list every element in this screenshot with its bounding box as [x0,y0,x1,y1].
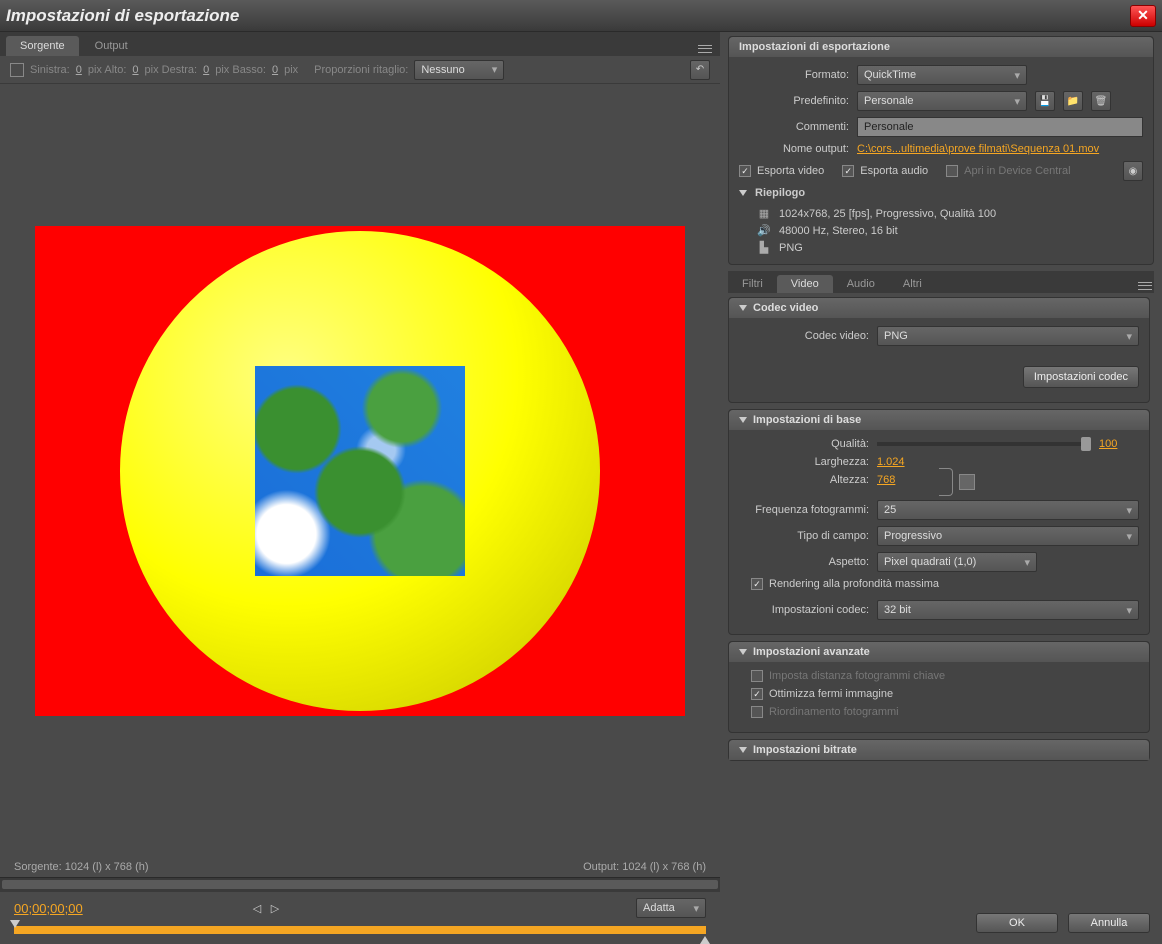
timeline-slider[interactable] [14,926,706,934]
ok-button[interactable]: OK [976,913,1058,933]
link-dimensions-icon [939,468,953,496]
codec-depth-select[interactable]: 32 bit [877,600,1139,620]
fps-select[interactable]: 25 [877,500,1139,520]
quality-slider[interactable] [877,442,1091,446]
crop-icon[interactable] [10,63,24,77]
window-title: Impostazioni di esportazione [6,6,1130,26]
crop-top-value[interactable]: 0 [132,64,138,76]
crop-px-label: pix [284,64,298,76]
tab-video[interactable]: Video [777,275,833,293]
preset-label: Predefinito: [739,95,849,107]
export-audio-label: Esporta audio [860,165,928,177]
video-summary-icon: ▦ [757,207,771,220]
undo-icon[interactable]: ↶ [690,60,710,80]
basic-section-header[interactable]: Impostazioni di base [729,410,1149,430]
height-label: Altezza: [739,474,869,486]
bitrate-section-header[interactable]: Impostazioni bitrate [729,740,1149,760]
summary-audio: 48000 Hz, Stereo, 16 bit [779,225,898,237]
keyframe-checkbox [751,670,763,682]
codec-summary-icon: ▙ [757,241,771,254]
cancel-button[interactable]: Annulla [1068,913,1150,933]
output-name-label: Nome output: [739,143,849,155]
height-value[interactable]: 768 [877,474,917,486]
crop-left-value[interactable]: 0 [76,64,82,76]
tab-source[interactable]: Sorgente [6,36,79,56]
fps-label: Frequenza fotogrammi: [739,504,869,516]
out-point-icon[interactable]: ▷ [271,902,285,914]
codec-settings-label: Impostazioni codec: [739,604,869,616]
keyframe-label: Imposta distanza fotogrammi chiave [769,670,945,682]
crop-bottom-value[interactable]: 0 [272,64,278,76]
aspect-label: Aspetto: [739,556,869,568]
subtab-menu-icon[interactable] [1136,279,1154,293]
save-preset-icon[interactable]: 💾 [1035,91,1055,111]
codec-settings-button[interactable]: Impostazioni codec [1023,366,1139,388]
quality-label: Qualità: [739,438,869,450]
aspect-select[interactable]: Pixel quadrati (1,0) [877,552,1037,572]
reorder-label: Riordinamento fotogrammi [769,706,899,718]
crop-left-label: Sinistra: [30,64,70,76]
crop-bottom-label: pix Basso: [215,64,266,76]
tab-output[interactable]: Output [81,36,142,56]
crop-right-label: pix Destra: [145,64,198,76]
summary-chevron-icon[interactable] [739,190,747,196]
reorder-checkbox [751,706,763,718]
comments-label: Commenti: [739,121,849,133]
tab-others[interactable]: Altri [889,275,936,293]
in-point-icon[interactable]: ◁ [253,902,267,914]
codec-select[interactable]: PNG [877,326,1139,346]
advanced-section-header[interactable]: Impostazioni avanzate [729,642,1149,662]
codec-section-header[interactable]: Codec video [729,298,1149,318]
import-preset-icon[interactable]: 📁 [1063,91,1083,111]
field-label: Tipo di campo: [739,530,869,542]
audio-summary-icon: 🔊 [757,224,771,237]
crop-right-value[interactable]: 0 [203,64,209,76]
summary-label: Riepilogo [755,187,805,199]
source-dimensions: Sorgente: 1024 (l) x 768 (h) [14,861,149,873]
zoom-fit-select[interactable]: Adatta [636,898,706,918]
max-depth-label: Rendering alla profondità massima [769,578,939,590]
max-depth-checkbox[interactable] [751,578,763,590]
close-button[interactable]: ✕ [1130,5,1156,27]
optimize-label: Ottimizza fermi immagine [769,688,893,700]
preview-image [35,226,685,716]
width-value[interactable]: 1.024 [877,456,917,468]
field-select[interactable]: Progressivo [877,526,1139,546]
export-video-label: Esporta video [757,165,824,177]
optimize-checkbox[interactable] [751,688,763,700]
crop-ratio-label: Proporzioni ritaglio: [314,64,408,76]
export-audio-checkbox[interactable] [842,165,854,177]
format-label: Formato: [739,69,849,81]
comments-input[interactable] [857,117,1143,137]
delete-preset-icon[interactable]: 🗑 [1091,91,1111,111]
summary-codec: PNG [779,242,803,254]
crop-top-label: pix Alto: [88,64,127,76]
export-video-checkbox[interactable] [739,165,751,177]
codec-label: Codec video: [739,330,869,342]
tab-audio[interactable]: Audio [833,275,889,293]
device-central-checkbox [946,165,958,177]
preset-select[interactable]: Personale [857,91,1027,111]
summary-video: 1024x768, 25 [fps], Progressivo, Qualità… [779,208,996,220]
format-select[interactable]: QuickTime [857,65,1027,85]
output-path-link[interactable]: C:\cors...ultimedia\prove filmati\Sequen… [857,143,1099,155]
device-central-icon[interactable]: ◉ [1123,161,1143,181]
panel-menu-icon[interactable] [696,42,714,56]
export-settings-header: Impostazioni di esportazione [729,37,1153,57]
crop-ratio-select[interactable]: Nessuno [414,60,504,80]
width-label: Larghezza: [739,456,869,468]
device-central-label: Apri in Device Central [964,165,1070,177]
timecode[interactable]: 00;00;00;00 [14,901,83,916]
tab-filters[interactable]: Filtri [728,275,777,293]
output-dimensions: Output: 1024 (l) x 768 (h) [583,861,706,873]
horizontal-scrollbar[interactable] [0,877,720,891]
constrain-checkbox[interactable] [959,474,975,490]
quality-value[interactable]: 100 [1099,438,1139,450]
